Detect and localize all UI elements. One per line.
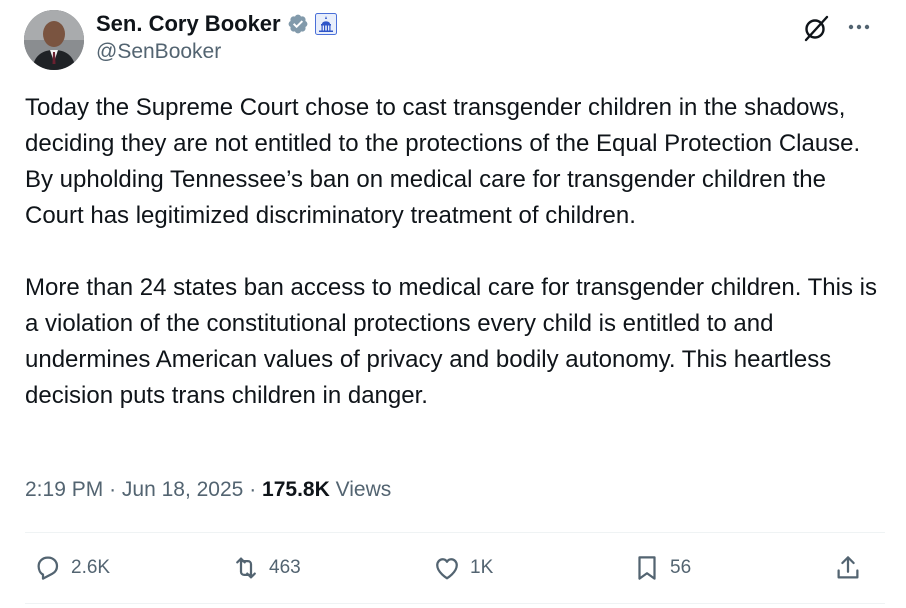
share-button[interactable] [833,548,863,588]
repost-icon [236,557,256,579]
author-handle[interactable]: @SenBooker [96,40,337,64]
grok-icon[interactable] [802,14,830,42]
tweet-paragraph-2: More than 24 states ban access to medica… [25,274,877,409]
like-button[interactable]: 1K [432,548,493,588]
tweet-card: Sen. Cory Booker @SenBooker Today the Su… [0,0,906,608]
views-label: Views [335,478,392,501]
meta-separator: · [249,478,257,501]
avatar[interactable] [24,10,84,70]
tweet-meta: 2:19 PM · Jun 18, 2025 · 175.8K Views [25,478,391,502]
repost-button[interactable]: 463 [231,548,301,588]
tweet-date[interactable]: Jun 18, 2025 [122,478,243,501]
bookmark-count: 56 [670,557,692,578]
share-icon [837,556,859,579]
like-count: 1K [470,557,494,578]
bookmark-button[interactable]: 56 [632,548,691,588]
tweet-header: Sen. Cory Booker @SenBooker [24,8,882,70]
tweet-text: Today the Supreme Court chose to cast tr… [25,90,885,414]
repost-count: 463 [269,557,301,578]
tweet-paragraph-1: Today the Supreme Court chose to cast tr… [25,94,861,229]
author-names: Sen. Cory Booker @SenBooker [96,10,337,64]
bookmark-icon [638,556,656,580]
display-name-row: Sen. Cory Booker [96,10,337,38]
divider-bottom [25,603,885,604]
tweet-time[interactable]: 2:19 PM [25,478,103,501]
display-name[interactable]: Sen. Cory Booker [96,11,281,37]
reply-icon [37,556,59,580]
government-capitol-badge-icon[interactable] [314,13,337,35]
verified-badge-icon[interactable] [287,13,309,35]
views-count[interactable]: 175.8K [262,478,330,501]
divider-top [25,532,885,533]
reply-count: 2.6K [71,557,111,578]
reply-button[interactable]: 2.6K [33,548,110,588]
meta-separator: · [109,478,117,501]
avatar-image [24,10,84,70]
like-icon [436,558,458,580]
action-bar: 2.6K 463 1K 56 [25,548,870,588]
more-options-icon[interactable] [844,12,874,42]
